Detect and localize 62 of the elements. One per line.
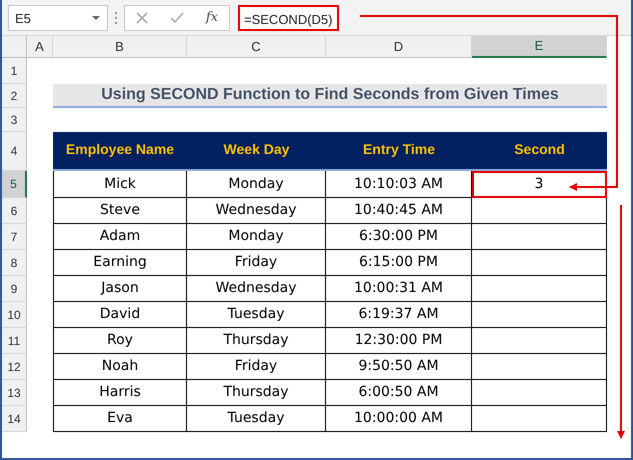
cancel-icon[interactable]	[136, 12, 148, 24]
row-header[interactable]: 4	[2, 132, 27, 171]
row-header[interactable]: 8	[2, 250, 27, 276]
table-cell: 6:00:50 AM	[326, 380, 472, 406]
column-header[interactable]: B	[53, 36, 187, 58]
insert-function-button[interactable]: fx	[206, 8, 218, 28]
column-heading: Entry Time	[326, 132, 472, 171]
row-header[interactable]: 1	[2, 58, 27, 84]
table-cell: Wednesday	[187, 276, 326, 302]
formula-field[interactable]: =SECOND(D5)	[238, 4, 338, 30]
row-header[interactable]: 11	[2, 328, 27, 354]
table-cell: Tuesday	[187, 302, 326, 328]
drag-handle-icon[interactable]	[114, 10, 118, 24]
table-cell: Roy	[53, 328, 187, 354]
row-header[interactable]: 6	[2, 198, 27, 224]
row-header[interactable]: 5	[2, 171, 27, 198]
table-cell: 9:50:50 AM	[326, 354, 472, 380]
table-cell: Monday	[187, 224, 326, 250]
row-header[interactable]: 12	[2, 354, 27, 380]
table-cell: Thursday	[187, 328, 326, 354]
column-header[interactable]: A	[27, 36, 53, 58]
table-cell: Jason	[53, 276, 187, 302]
table-cell: 6:19:37 AM	[326, 302, 472, 328]
table-cell: Monday	[187, 171, 326, 198]
row-header[interactable]: 10	[2, 302, 27, 328]
row-header[interactable]: 3	[2, 108, 27, 132]
table-cell: Wednesday	[187, 198, 326, 224]
table-cell: Tuesday	[187, 406, 326, 432]
column-heading: Employee Name	[53, 132, 187, 171]
table-cell: 6:30:00 PM	[326, 224, 472, 250]
column-header[interactable]: C	[187, 36, 326, 58]
column-heading: Week Day	[187, 132, 326, 171]
table-cell: 3	[472, 171, 607, 198]
table-cell: 12:30:00 PM	[326, 328, 472, 354]
table-cell: 10:00:31 AM	[326, 276, 472, 302]
column-header[interactable]: D	[326, 36, 472, 58]
column-heading: Second	[472, 132, 607, 171]
name-box[interactable]: E5	[8, 4, 108, 30]
column-header[interactable]: E	[472, 36, 607, 58]
row-header[interactable]: 2	[2, 84, 27, 108]
table-cell: Mick	[53, 171, 187, 198]
row-header[interactable]: 13	[2, 380, 27, 406]
table-cell: Adam	[53, 224, 187, 250]
table-cell: 10:10:03 AM	[326, 171, 472, 198]
table-cell: Earning	[53, 250, 187, 276]
table-cell: Friday	[187, 250, 326, 276]
table-cell: David	[53, 302, 187, 328]
row-header[interactable]: 14	[2, 406, 27, 432]
table-cell: Friday	[187, 354, 326, 380]
table-cell: Thursday	[187, 380, 326, 406]
table-cell: 10:40:45 AM	[326, 198, 472, 224]
table-cell: Harris	[53, 380, 187, 406]
sheet-title: Using SECOND Function to Find Seconds from Given Times	[53, 84, 607, 108]
table-cell: Steve	[53, 198, 187, 224]
row-header[interactable]: 7	[2, 224, 27, 250]
table-cell: Eva	[53, 406, 187, 432]
row-header[interactable]: 9	[2, 276, 27, 302]
select-all-button[interactable]	[2, 36, 27, 58]
table-cell: 6:15:00 PM	[326, 250, 472, 276]
table-cell: Noah	[53, 354, 187, 380]
checkmark-icon[interactable]	[170, 12, 184, 24]
table-cell: 10:00:00 AM	[326, 406, 472, 432]
